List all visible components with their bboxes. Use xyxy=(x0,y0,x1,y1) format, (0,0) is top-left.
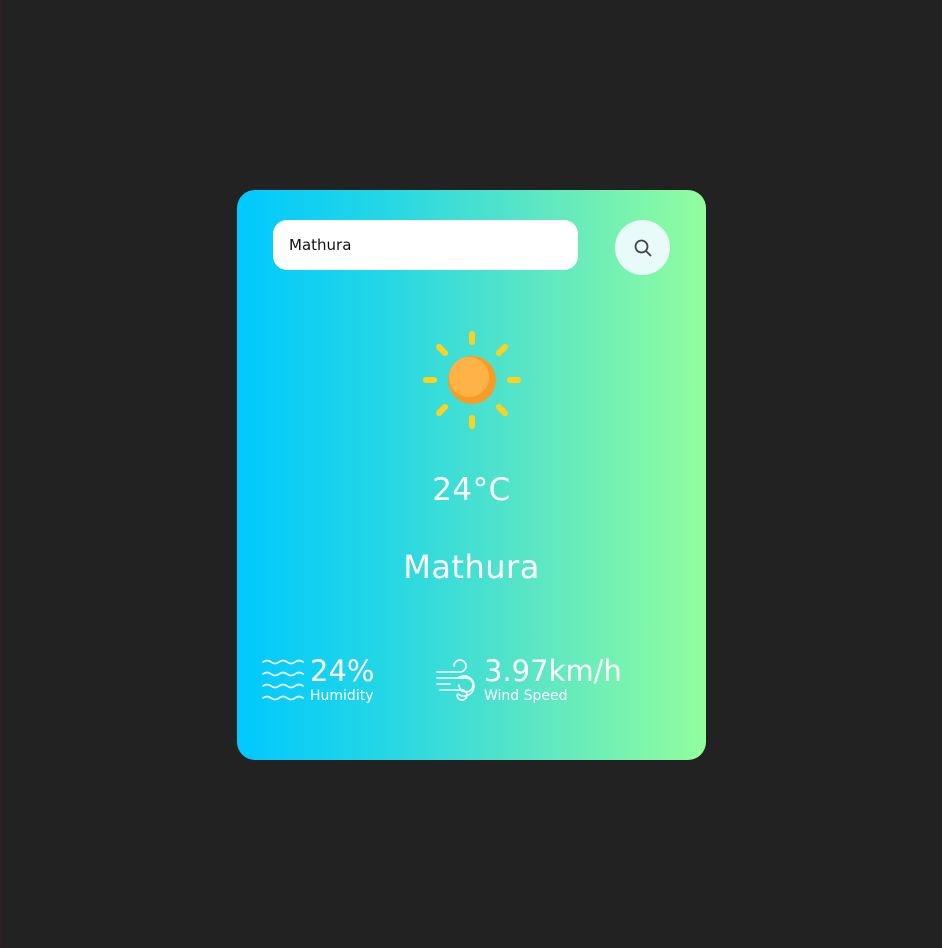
page-edge-line xyxy=(0,0,1,948)
wind-speed-value: 3.97km/h xyxy=(484,654,622,688)
humidity-label: Humidity xyxy=(310,688,374,704)
wind-speed-label: Wind Speed xyxy=(484,688,568,704)
wind-icon xyxy=(436,658,478,704)
weather-card: 24°C Mathura 24% Humidity xyxy=(237,190,706,760)
humidity-stat: 24% Humidity xyxy=(262,654,374,704)
temperature: 24°C xyxy=(432,472,511,508)
city-search-input[interactable] xyxy=(273,220,578,270)
humidity-value: 24% xyxy=(310,654,375,688)
wind-stat: 3.97km/h Wind Speed xyxy=(436,654,622,704)
search-icon xyxy=(633,238,653,258)
humidity-waves-icon xyxy=(262,658,304,704)
search-button[interactable] xyxy=(615,220,670,275)
city-name: Mathura xyxy=(403,548,540,586)
sun-icon xyxy=(420,328,524,432)
